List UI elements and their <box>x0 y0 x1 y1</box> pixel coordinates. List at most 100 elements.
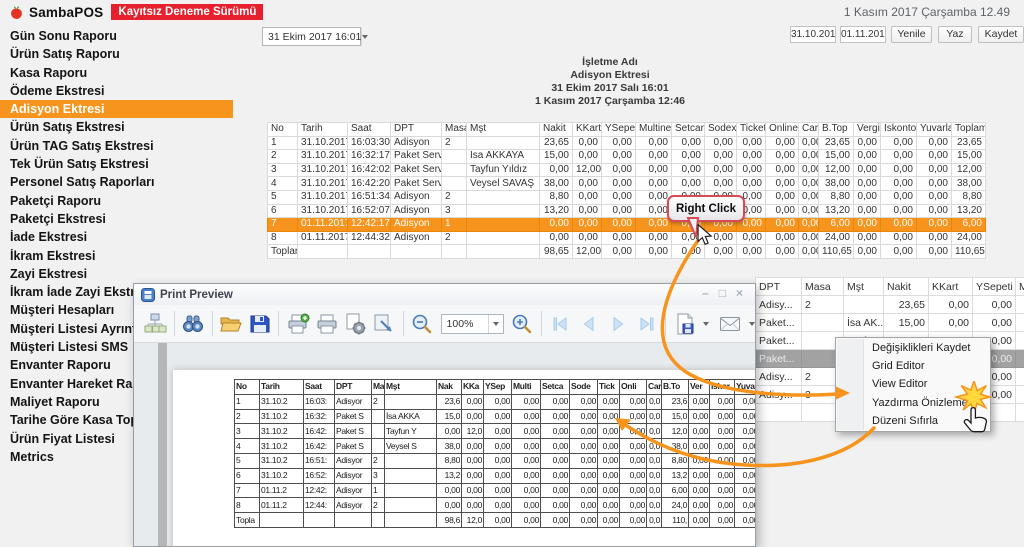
grid-row[interactable]: Paket...İsa AK...15,000,000,000,00 <box>756 314 1024 332</box>
column-header[interactable]: Multinet <box>636 123 672 137</box>
minimize-button[interactable]: – <box>702 286 709 300</box>
grid-row[interactable]: 431.10.201716:42:20Paket ServisVeysel SA… <box>268 177 986 191</box>
quick-print-button[interactable] <box>284 310 311 338</box>
sidebar-item[interactable]: Paketçi Raporu <box>0 192 233 210</box>
grid-row[interactable]: 701.11.201712:42:17Adisyon10,000,000,000… <box>268 218 986 232</box>
zoom-level-dropdown[interactable] <box>488 315 503 333</box>
column-header[interactable]: Tick <box>598 380 620 395</box>
grid-row[interactable]: 331.10.201716:42:02Paket ServisTayfun Yı… <box>268 163 986 177</box>
column-header[interactable]: KKa <box>462 380 484 395</box>
zoom-out-button[interactable] <box>409 310 436 338</box>
work-period-picker[interactable]: 31 Ekim 2017 16:01 <box>262 27 361 46</box>
column-header[interactable]: Nakit <box>884 278 929 296</box>
column-header[interactable]: YSep <box>484 380 512 395</box>
column-header[interactable]: No <box>268 123 298 137</box>
sidebar-item[interactable]: Personel Satış Raporları <box>0 173 233 191</box>
refresh-button[interactable]: Yenile <box>891 26 932 43</box>
export-button[interactable] <box>671 310 698 338</box>
column-header[interactable]: Masa <box>802 278 844 296</box>
sidebar-item[interactable]: İkram Ekstresi <box>0 247 233 265</box>
date-to-input[interactable] <box>840 26 886 43</box>
column-header[interactable]: KKart <box>929 278 973 296</box>
sidebar-item[interactable]: Ürün TAG Satış Ekstresi <box>0 137 233 155</box>
column-header[interactable]: Cari <box>647 380 662 395</box>
previous-page-button[interactable] <box>576 310 603 338</box>
column-header[interactable]: YSepeti <box>973 278 1016 296</box>
column-header[interactable]: Sodexo <box>705 123 737 137</box>
search-button[interactable] <box>180 310 207 338</box>
column-header[interactable]: Mas <box>372 380 385 395</box>
save-button[interactable]: Kaydet <box>978 26 1024 43</box>
context-menu-item[interactable]: Grid Editor <box>836 357 990 375</box>
sidebar-item[interactable]: Adisyon Ektresi <box>0 100 233 118</box>
column-header[interactable]: Sode <box>570 380 598 395</box>
column-header[interactable]: Setcard <box>672 123 705 137</box>
work-period-dropdown[interactable] <box>361 28 368 45</box>
column-header[interactable]: Nakit <box>540 123 573 137</box>
column-header[interactable]: Ver <box>689 380 710 395</box>
column-header[interactable]: No <box>235 380 260 395</box>
grid-row[interactable]: 801.11.201712:44:32Adisyon20,000,000,000… <box>268 231 986 245</box>
grid-row[interactable]: 631.10.201716:52:07Adisyon313,200,000,00… <box>268 204 986 218</box>
date-from-input[interactable] <box>790 26 836 43</box>
column-header[interactable]: KKart <box>573 123 602 137</box>
email-dropdown-caret[interactable] <box>749 322 755 326</box>
column-header[interactable]: B.Top <box>819 123 854 137</box>
column-header[interactable]: DPT <box>391 123 442 137</box>
export-dropdown-caret[interactable] <box>703 322 709 326</box>
sidebar-item[interactable]: Paketçi Ekstresi <box>0 210 233 228</box>
column-header[interactable]: Tarih <box>298 123 348 137</box>
column-header[interactable]: Saat <box>304 380 335 395</box>
sidebar-item[interactable]: Zayi Ekstresi <box>0 265 233 283</box>
column-header[interactable]: Yuvarla <box>917 123 952 137</box>
context-menu-item[interactable]: Değişiklikleri Kaydet <box>836 339 990 357</box>
print-preview-titlebar[interactable]: Print Preview – □ × <box>134 284 755 305</box>
column-header[interactable]: Ticket <box>737 123 766 137</box>
context-menu-item[interactable]: Düzeni Sıfırla <box>836 412 990 430</box>
column-header[interactable]: Mşt <box>844 278 884 296</box>
grid-row[interactable]: 231.10.201716:32:17Paket Servisİsa AKKAY… <box>268 150 986 164</box>
email-button[interactable] <box>717 310 744 338</box>
print-preview-print-button[interactable] <box>313 310 340 338</box>
column-header[interactable]: B.To <box>662 380 689 395</box>
grid-total-row[interactable]: Toplam98,6512,000,000,000,000,000,000,00… <box>268 245 986 259</box>
column-header[interactable]: Setca <box>541 380 570 395</box>
column-header[interactable]: DPT <box>335 380 372 395</box>
next-page-button[interactable] <box>604 310 631 338</box>
page-setup-button[interactable] <box>342 310 369 338</box>
zoom-level-combo[interactable]: 100% <box>441 314 504 334</box>
column-header[interactable]: Mşt <box>467 123 540 137</box>
scale-button[interactable] <box>371 310 398 338</box>
column-header[interactable]: İskonto <box>881 123 917 137</box>
sidebar-item[interactable]: Ödeme Ekstresi <box>0 82 233 100</box>
document-map-button[interactable] <box>142 310 169 338</box>
zoom-in-button[interactable] <box>509 310 536 338</box>
sidebar-item[interactable]: Ürün Satış Raporu <box>0 45 233 63</box>
context-menu-item[interactable]: Yazdırma Önizleme <box>836 394 990 412</box>
first-page-button[interactable] <box>547 310 574 338</box>
grid-row[interactable]: 531.10.201716:51:34Adisyon28,800,000,000… <box>268 190 986 204</box>
grid-row[interactable]: Adisy...223,650,000,000,00 <box>756 296 1024 314</box>
column-header[interactable]: Online <box>766 123 799 137</box>
column-header[interactable]: DPT <box>756 278 802 296</box>
column-header[interactable]: Toplam <box>952 123 986 137</box>
column-header[interactable]: Nak <box>437 380 462 395</box>
column-header[interactable]: Mşt <box>385 380 437 395</box>
column-header[interactable]: Masa <box>442 123 467 137</box>
column-header[interactable]: Multi... <box>1016 278 1024 296</box>
column-header[interactable]: Yuva <box>735 380 756 395</box>
preview-scrollbar[interactable] <box>158 343 167 546</box>
sidebar-item[interactable]: Ürün Satış Ekstresi <box>0 118 233 136</box>
save-preview-button[interactable] <box>246 310 273 338</box>
column-header[interactable]: İskor <box>710 380 735 395</box>
open-button[interactable] <box>218 310 245 338</box>
last-page-button[interactable] <box>633 310 660 338</box>
print-button[interactable]: Yaz <box>938 26 972 43</box>
column-header[interactable]: Saat <box>348 123 391 137</box>
column-header[interactable]: Multi <box>512 380 541 395</box>
sidebar-item[interactable]: Kasa Raporu <box>0 64 233 82</box>
column-header[interactable]: Onli <box>620 380 647 395</box>
sidebar-item[interactable]: Gün Sonu Raporu <box>0 27 233 45</box>
column-header[interactable]: YSepeti <box>602 123 636 137</box>
column-header[interactable]: Cari <box>799 123 819 137</box>
